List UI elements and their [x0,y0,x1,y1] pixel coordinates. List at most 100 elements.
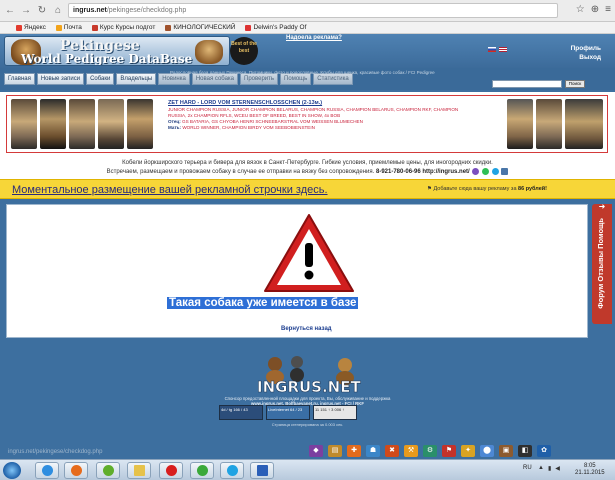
ad-bar-right-text[interactable]: Добавьте сюда вашу рекламу за [433,186,516,192]
ad-price-exclamation: ! [545,186,548,192]
banner-area: ZET HARD - LORD VOM STERNENSCHLOSSCHEN (… [0,92,615,157]
tray-arrow-icon[interactable]: ▲ [538,465,544,472]
dog-photo [11,99,37,149]
banner-titles-line1: JUNIOR CHAMPION RUSSIA, JUNIOR CHAMPION … [168,107,459,112]
extension-icon[interactable]: ⊕ [591,4,599,15]
taskbar-app-icon[interactable] [96,462,120,479]
nav-new-records[interactable]: Новые записи [36,73,85,85]
bookmark-mail[interactable]: Почта [55,24,82,31]
star-icon[interactable]: ☆ [576,4,585,15]
shortcut-5-icon[interactable]: ✖ [385,445,399,457]
language-indicator[interactable]: RU [523,465,532,471]
ad-tired-link[interactable]: Надоела реклама? [286,35,342,41]
counter-2[interactable]: LiveInternet 64 / 23 [266,405,310,420]
url-host: ingrus.net [73,7,107,14]
counter-1[interactable]: 4d / tg 166 / 43 [219,405,263,420]
father-label: Отец: [168,119,181,124]
bookmark-yandex[interactable]: Яндекс [16,24,46,31]
network-icon[interactable]: ▮ [548,465,551,472]
taskbar-word-icon[interactable] [250,462,274,479]
dog-photo [98,99,124,149]
back-icon[interactable]: ← [4,5,16,17]
shortcut-8-icon[interactable]: ⚑ [442,445,456,457]
ad-bar-link[interactable]: Моментальное размещение вашей рекламной … [12,184,328,196]
back-link[interactable]: Вернуться назад [281,326,332,332]
site-logo[interactable]: Pekingese World Pedigree DataBase [4,36,230,66]
info-line1: Кобели йоркширского терьера и бивера для… [122,160,493,166]
start-button[interactable] [3,462,21,479]
language-flags [488,47,507,52]
clock-time: 8:05 [583,463,596,469]
clock[interactable]: 8:05 21.11.2015 [575,463,605,477]
volume-icon[interactable]: ◀ [555,465,560,472]
shortcut-4-icon[interactable]: ☗ [366,445,380,457]
exit-link[interactable]: Выход [571,53,601,62]
dog-image [195,40,223,64]
warning-icon [264,214,354,292]
nav-owners[interactable]: Владельцы [116,73,157,85]
shortcut-3-icon[interactable]: ✚ [347,445,361,457]
nav-home[interactable]: Главная [4,73,35,85]
bookmark-kinology[interactable]: КИНОЛОГИЧЕСКИЙ [165,24,235,31]
shortcut-7-icon[interactable]: ⚙ [423,445,437,457]
search-input[interactable] [492,80,562,88]
shortcut-12-icon[interactable]: ◧ [518,445,532,457]
shortcut-9-icon[interactable]: ✦ [461,445,475,457]
flag-en-icon[interactable] [499,47,507,52]
content-panel: Такая собака уже имеется в базе Вернутьс… [6,204,588,338]
whatsapp-icon[interactable] [482,168,490,175]
banner-titles-line2: RUSSIA, 2x CHAMPION RFLS, WCEU BEST OF B… [168,113,341,118]
banner-title[interactable]: ZET HARD - LORD VOM STERNENSCHLOSSCHEN (… [168,100,322,106]
flag-ru-icon[interactable] [488,47,496,52]
shortcut-11-icon[interactable]: ▣ [499,445,513,457]
side-tab-text: Форум Отзывы Помощь [596,218,605,309]
header-subtitle: Родословная база данных Пекинеса. Питомн… [170,70,435,75]
info-strip: Кобели йоркширского терьера и бивера для… [0,157,615,179]
shortcut-1-icon[interactable]: ◆ [309,445,323,457]
browser-toolbar: ← → ↻ ⌂ ingrus.net /pekingese/checkdog.p… [0,0,615,22]
info-site[interactable]: http://ingrus.net/ [422,169,469,175]
footer-logo[interactable]: INGRUS.NET [245,352,375,396]
url-path: /pekingese/checkdog.php [106,7,187,14]
dog-ad-banner[interactable]: ZET HARD - LORD VOM STERNENSCHLOSSCHEN (… [6,95,608,153]
taskbar-firefox-icon[interactable] [64,462,88,479]
shortcut-13-icon[interactable]: ✿ [537,445,551,457]
dog-photo [536,99,562,149]
taskbar-opera-icon[interactable] [159,462,183,479]
bookmark-course[interactable]: Курс Курсы подгот [91,24,155,31]
profile-link[interactable]: Профиль [571,44,601,53]
shortcut-2-icon[interactable]: ▤ [328,445,342,457]
arrow-right-icon: ➜ [598,202,606,211]
dog-photo [507,99,533,149]
taskbar-ie-icon[interactable] [35,462,59,479]
forward-icon[interactable]: → [20,5,32,17]
nav-dogs[interactable]: Собаки [86,73,115,85]
home-icon[interactable]: ⌂ [52,5,64,17]
clock-date: 21.11.2015 [575,470,605,476]
bookmark-delwin[interactable]: Delwin's Paddy Of [245,24,306,31]
shortcut-6-icon[interactable]: ⚒ [404,445,418,457]
shortcut-10-icon[interactable]: ⬤ [480,445,494,457]
logo-line2: World Pedigree DataBase [21,52,193,66]
dog-photo [69,99,95,149]
vk-icon[interactable] [501,168,509,175]
taskbar-explorer-icon[interactable] [127,462,151,479]
best-badge: Best of the best [230,37,258,65]
side-feedback-tab[interactable]: ➜ Форум Отзывы Помощь [592,202,612,324]
info-line2: Встречаем, размещаем и провожаем собаку … [106,169,375,176]
footer-logo-text: INGRUS.NET [257,378,361,396]
address-bar[interactable]: ingrus.net /pekingese/checkdog.php [68,3,558,18]
reload-icon[interactable]: ↻ [36,5,48,17]
viber-icon[interactable] [472,168,480,175]
taskbar-skype-icon[interactable] [220,462,244,479]
search-button[interactable]: Поиск [565,80,585,88]
info-phone: 8-921-780-06-96 [376,169,421,176]
counter-3[interactable]: 11 151 ↑ 3 006 ↑ [313,405,357,420]
mother-label: Мать: [168,125,182,130]
skype-icon[interactable] [491,168,499,175]
menu-icon[interactable]: ≡ [605,4,611,15]
ad-bar: Моментальное размещение вашей рекламной … [0,179,615,199]
taskbar: RU ▲ ▮ ◀ 8:05 21.11.2015 [0,459,615,480]
taskbar-agent-icon[interactable] [190,462,214,479]
add-ad-icon[interactable]: ⚑ [427,186,432,192]
